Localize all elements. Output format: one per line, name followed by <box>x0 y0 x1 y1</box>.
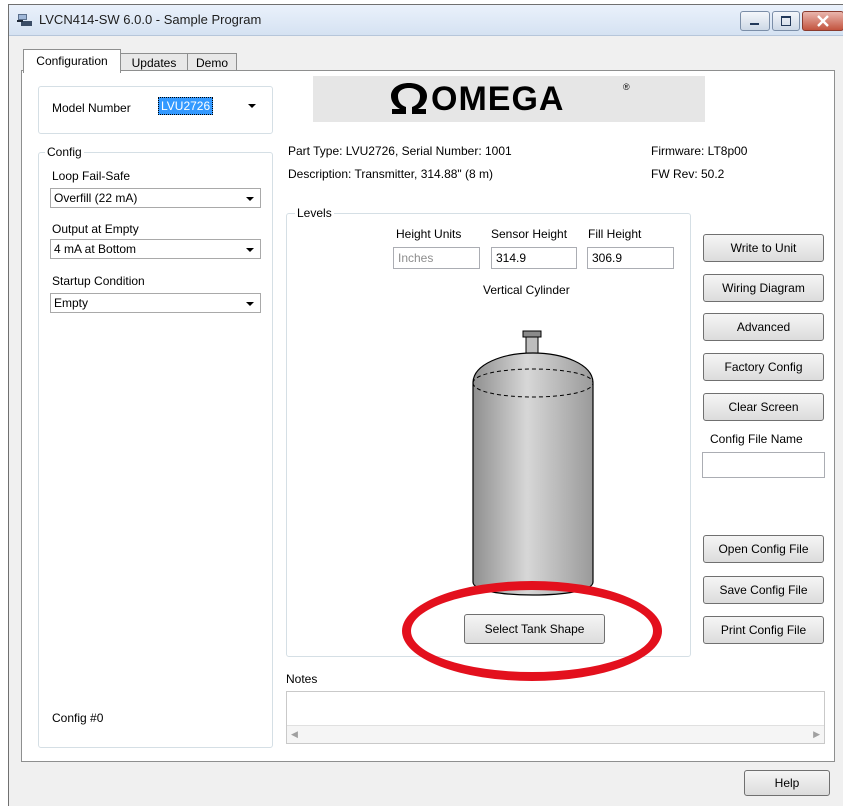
maximize-icon <box>781 16 791 26</box>
startup-condition-dropdown[interactable]: Empty <box>50 293 261 313</box>
notes-field[interactable]: ◀ ▶ <box>286 691 825 744</box>
config-file-name-label: Config File Name <box>710 432 803 446</box>
fw-rev-text: FW Rev: 50.2 <box>651 167 725 181</box>
output-at-empty-label: Output at Empty <box>52 222 139 236</box>
output-at-empty-value: 4 mA at Bottom <box>54 242 137 256</box>
print-config-file-button[interactable]: Print Config File <box>703 616 824 644</box>
loop-fail-safe-label: Loop Fail-Safe <box>52 169 131 183</box>
open-config-file-button[interactable]: Open Config File <box>703 535 824 563</box>
chevron-down-icon <box>248 104 256 108</box>
scroll-right-icon[interactable]: ▶ <box>813 729 820 740</box>
chevron-down-icon <box>246 248 254 252</box>
window-title: LVCN414-SW 6.0.0 - Sample Program <box>39 12 262 27</box>
close-button[interactable] <box>802 11 843 31</box>
height-units-field: Inches <box>393 247 480 269</box>
omega-logo-text: OMEGA <box>431 80 565 118</box>
maximize-button[interactable] <box>772 11 800 31</box>
config-legend: Config <box>45 145 84 159</box>
loop-fail-safe-value: Overfill (22 mA) <box>54 191 138 205</box>
factory-config-button[interactable]: Factory Config <box>703 353 824 381</box>
part-type-text: Part Type: LVU2726, Serial Number: 1001 <box>288 144 512 158</box>
close-icon <box>817 15 829 27</box>
chevron-down-icon <box>246 302 254 306</box>
tab-configuration[interactable]: Configuration <box>23 49 121 73</box>
scroll-left-icon[interactable]: ◀ <box>291 729 298 740</box>
startup-condition-label: Startup Condition <box>52 274 145 288</box>
levels-legend: Levels <box>295 206 334 220</box>
registered-mark: ® <box>623 82 630 92</box>
write-to-unit-button[interactable]: Write to Unit <box>703 234 824 262</box>
chevron-down-icon <box>246 197 254 201</box>
advanced-button[interactable]: Advanced <box>703 313 824 341</box>
model-number-dropdown[interactable]: LVU2726 <box>156 96 262 116</box>
fill-height-field[interactable]: 306.9 <box>587 247 674 269</box>
minimize-icon <box>750 23 759 25</box>
startup-condition-value: Empty <box>54 296 89 310</box>
title-bar[interactable]: LVCN414-SW 6.0.0 - Sample Program <box>9 5 843 36</box>
wiring-diagram-button[interactable]: Wiring Diagram <box>703 274 824 302</box>
firmware-text: Firmware: LT8p00 <box>651 144 748 158</box>
height-units-label: Height Units <box>396 227 462 241</box>
app-icon <box>17 14 32 26</box>
tank-shape-name: Vertical Cylinder <box>483 283 570 297</box>
sensor-height-field[interactable]: 314.9 <box>491 247 577 269</box>
output-at-empty-dropdown[interactable]: 4 mA at Bottom <box>50 239 261 259</box>
notes-horizontal-scrollbar[interactable]: ◀ ▶ <box>287 725 824 743</box>
fill-height-label: Fill Height <box>588 227 642 241</box>
notes-label: Notes <box>286 672 318 686</box>
loop-fail-safe-dropdown[interactable]: Overfill (22 mA) <box>50 188 261 208</box>
select-tank-shape-button[interactable]: Select Tank Shape <box>464 614 605 644</box>
vertical-cylinder-tank-image <box>472 330 594 596</box>
help-button[interactable]: Help <box>744 770 830 796</box>
omega-logo: OMEGA ® <box>313 76 705 122</box>
config-file-name-field[interactable] <box>702 452 825 478</box>
minimize-button[interactable] <box>740 11 770 31</box>
model-number-label: Model Number <box>52 101 131 115</box>
config-number-label: Config #0 <box>52 711 104 725</box>
description-text: Description: Transmitter, 314.88" (8 m) <box>288 167 494 181</box>
omega-logo-icon <box>391 83 427 114</box>
save-config-file-button[interactable]: Save Config File <box>703 576 824 604</box>
model-number-value: LVU2726 <box>158 97 214 115</box>
clear-screen-button[interactable]: Clear Screen <box>703 393 824 421</box>
sensor-height-label: Sensor Height <box>491 227 568 241</box>
